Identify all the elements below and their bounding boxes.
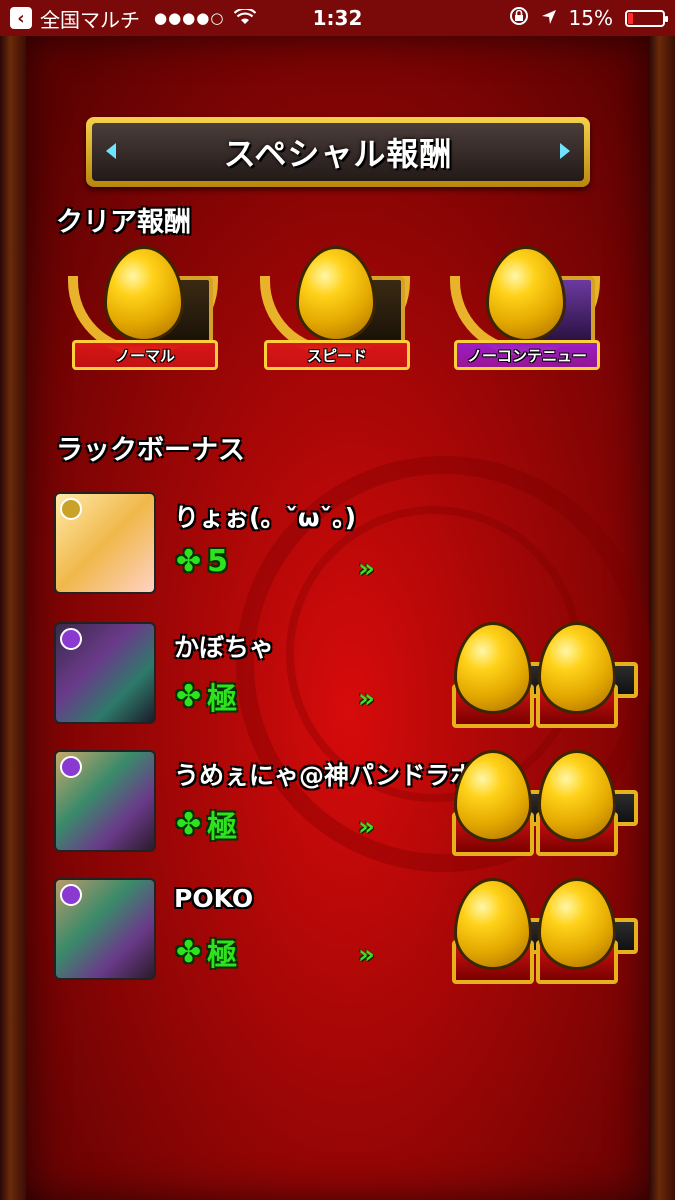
luck-value: ✤ 5 (176, 544, 228, 579)
clear-reward-heading: クリア報酬 (56, 207, 191, 238)
dark-element-icon (60, 756, 82, 778)
arrows-icon: » (358, 940, 375, 970)
status-bar: ‹ 全国マルチ ●●●●○ 1:32 15% (0, 0, 675, 36)
location-icon (541, 6, 557, 30)
player-avatar (54, 750, 156, 852)
gold-egg-icon (538, 878, 616, 970)
arrows-icon: » (358, 684, 375, 714)
light-element-icon (60, 498, 82, 520)
gold-egg-icon (454, 622, 532, 714)
frame-left (0, 36, 26, 1200)
rotation-lock-icon (509, 6, 529, 31)
medal-normal: ノーマル (58, 246, 228, 396)
gold-egg-icon (454, 750, 532, 842)
player-name: POKO (174, 884, 254, 913)
luck-number: 極 (207, 682, 238, 717)
clover-icon: ✤ (176, 806, 202, 842)
medal-speed: スピード (250, 246, 420, 396)
gold-egg-icon (538, 622, 616, 714)
bonus-egg-chest (532, 878, 638, 988)
battery-level (628, 12, 634, 24)
player-avatar (54, 622, 156, 724)
arrow-icon: » (358, 684, 375, 714)
luck-number: 極 (207, 938, 238, 973)
gold-egg-icon (296, 246, 376, 342)
luck-row: かぼちゃ ✤ 極 » (54, 622, 454, 726)
frame-right (649, 36, 675, 1200)
player-avatar (54, 492, 156, 594)
gold-egg-icon (538, 750, 616, 842)
bonus-egg-chest (532, 750, 638, 860)
clover-icon: ✤ (176, 678, 202, 714)
luck-value: ✤ 極 (176, 802, 237, 846)
luck-number: 極 (207, 810, 238, 845)
arrows-icon: » (358, 812, 375, 842)
player-name: りょぉ(。ˇωˇ。) (174, 503, 357, 532)
luck-row: うめぇにゃ@神パンドラボ ✤ 極 » (54, 750, 475, 854)
wifi-icon (234, 6, 257, 30)
player-avatar (54, 878, 156, 980)
player-name: うめぇにゃ@神パンドラボ (174, 761, 476, 790)
clover-icon: ✤ (176, 544, 202, 579)
luck-row: りょぉ(。ˇωˇ。) ✤ 5 » (54, 492, 454, 596)
player-name: かぼちゃ (174, 633, 275, 662)
carrier-name: 全国マルチ (40, 7, 140, 32)
dark-element-icon (60, 884, 82, 906)
arrow-icon: » (358, 940, 375, 970)
signal-strength-icon: ●●●●○ (154, 9, 225, 27)
clover-icon: ✤ (176, 934, 202, 970)
medal-ribbon-normal: ノーマル (72, 340, 218, 370)
bonus-egg-chest (532, 622, 638, 732)
luck-value: ✤ 極 (176, 674, 237, 718)
arrow-icon: » (358, 554, 375, 584)
gold-egg-icon (454, 878, 532, 970)
medal-ribbon-no-continue: ノーコンテニュー (454, 340, 600, 370)
back-to-app-icon[interactable]: ‹ (10, 7, 32, 29)
luck-bonus-heading: ラックボーナス (56, 435, 245, 466)
battery-percent: 15% (568, 6, 613, 30)
arrow-icon: » (358, 812, 375, 842)
luck-number: 5 (207, 544, 229, 579)
page-title: スペシャル報酬 (92, 123, 584, 181)
dark-element-icon (60, 628, 82, 650)
medal-ribbon-speed: スピード (264, 340, 410, 370)
battery-icon (625, 9, 668, 27)
arrows-icon: » (358, 554, 375, 584)
luck-value: ✤ 極 (176, 930, 237, 974)
title-banner: スペシャル報酬 (86, 117, 590, 187)
medal-no-continue: ノーコンテニュー (440, 246, 610, 396)
gold-egg-icon (486, 246, 566, 342)
luck-row: POKO ✤ 極 » (54, 878, 454, 982)
gold-egg-icon (104, 246, 184, 342)
